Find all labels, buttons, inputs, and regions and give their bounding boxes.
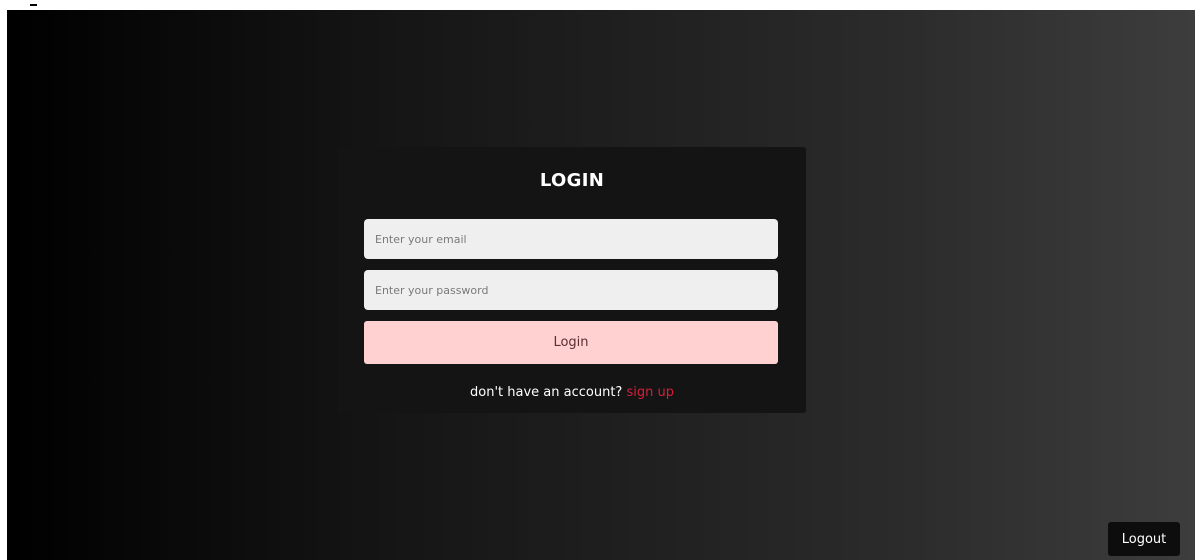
signup-prompt-text: don't have an account? [470,385,623,400]
top-mark [30,4,37,6]
left-strip [0,10,7,560]
signup-link[interactable]: sign up [626,385,674,400]
login-button[interactable]: Login [364,321,778,364]
password-input[interactable] [364,270,778,310]
logout-button[interactable]: Logout [1108,522,1180,556]
page-background: LOGIN Login don't have an account? sign … [7,10,1195,560]
login-card: LOGIN Login don't have an account? sign … [338,147,806,413]
signup-prompt-line: don't have an account? sign up [338,385,806,400]
top-strip [0,0,1195,10]
email-input[interactable] [364,219,778,259]
login-title: LOGIN [539,170,605,191]
